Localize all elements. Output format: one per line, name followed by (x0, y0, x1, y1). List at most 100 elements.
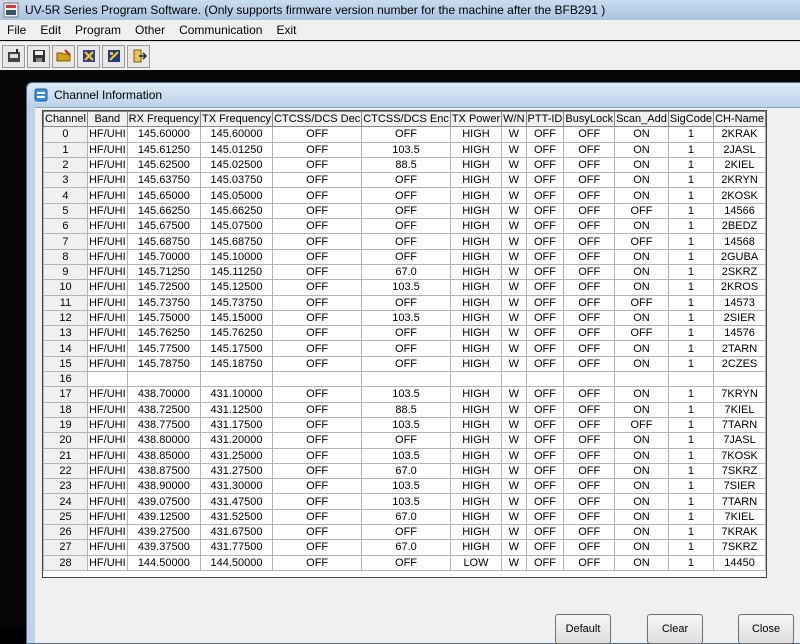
table-cell[interactable]: 103.5 (361, 279, 451, 296)
table-cell[interactable]: W (501, 524, 527, 541)
table-cell[interactable]: 145.76250 (199, 325, 274, 342)
table-cell[interactable]: OFF (563, 554, 616, 571)
table-cell[interactable]: OFF (525, 539, 565, 556)
table-cell[interactable]: 145.07500 (199, 218, 274, 235)
column-header[interactable]: SigCode (667, 111, 715, 128)
table-cell[interactable]: OFF (563, 401, 616, 418)
table-cell[interactable]: 1 (667, 447, 715, 464)
table-cell[interactable]: OFF (563, 355, 616, 373)
channel-number-cell[interactable]: 24 (43, 493, 88, 510)
table-cell[interactable]: 431.17500 (199, 416, 274, 434)
table-cell[interactable]: 1 (667, 355, 715, 373)
table-cell[interactable]: OFF (272, 539, 363, 556)
table-cell[interactable]: 1 (667, 340, 715, 357)
table-cell[interactable]: 1 (667, 325, 715, 342)
table-cell[interactable]: W (501, 202, 527, 220)
table-row[interactable]: 9 HF/UHI 145.71250 145.11250 OFF 67.0 HIGH W OFF… (43, 263, 766, 281)
table-cell[interactable]: OFF (563, 462, 616, 480)
channel-number-cell[interactable]: 7 (43, 233, 88, 250)
table-cell[interactable]: W (501, 325, 527, 342)
table-row[interactable]: 11 HF/UHI 145.73750 145.73750 OFF OFF HIGH W OFF… (43, 294, 766, 311)
table-row[interactable]: 13 HF/UHI 145.76250 145.76250 OFF OFF HIGH W OFF… (43, 325, 766, 342)
table-cell[interactable]: HIGH (449, 126, 503, 143)
table-cell[interactable]: OFF (272, 263, 363, 281)
table-cell[interactable]: W (501, 554, 527, 571)
column-header[interactable]: CTCSS/DCS Enc (361, 111, 451, 128)
table-cell[interactable]: HF/UHI (86, 401, 128, 418)
table-cell[interactable]: OFF (525, 508, 565, 526)
table-cell[interactable]: ON (614, 432, 669, 449)
table-cell[interactable]: 145.05000 (199, 187, 274, 204)
table-cell[interactable]: 431.25000 (199, 447, 274, 464)
table-cell[interactable]: OFF (361, 294, 451, 311)
table-cell[interactable]: OFF (525, 416, 565, 434)
table-cell[interactable]: ON (614, 340, 669, 357)
close-button[interactable]: Close (738, 614, 794, 644)
table-cell[interactable]: W (501, 141, 527, 158)
table-cell[interactable] (272, 371, 363, 388)
table-cell[interactable]: HF/UHI (86, 248, 128, 265)
table-cell[interactable]: 67.0 (361, 462, 451, 480)
column-header[interactable]: Channel (43, 111, 88, 128)
table-cell[interactable]: HIGH (449, 263, 503, 281)
menu-exit[interactable]: Exit (269, 23, 303, 37)
table-cell[interactable]: OFF (272, 524, 363, 541)
table-cell[interactable]: 145.60000 (199, 126, 274, 143)
table-cell[interactable]: 1 (667, 309, 715, 327)
table-cell[interactable]: 439.07500 (126, 493, 201, 510)
table-cell[interactable]: HF/UHI (86, 202, 128, 220)
table-cell[interactable]: OFF (272, 462, 363, 480)
table-cell[interactable]: 7SKRZ (713, 462, 766, 480)
table-cell[interactable]: OFF (563, 340, 616, 357)
table-cell[interactable]: 1 (667, 202, 715, 220)
table-cell[interactable]: HF/UHI (86, 493, 128, 510)
table-cell[interactable]: 438.72500 (126, 401, 201, 418)
table-cell[interactable]: ON (614, 401, 669, 418)
column-header[interactable]: RX Frequency (126, 111, 201, 128)
table-cell[interactable]: OFF (614, 294, 669, 311)
table-cell[interactable]: HF/UHI (86, 478, 128, 495)
table-cell[interactable]: 14450 (713, 554, 766, 571)
column-header[interactable]: TX Power (449, 111, 503, 128)
table-cell[interactable]: OFF (563, 432, 616, 449)
table-cell[interactable]: HIGH (449, 309, 503, 327)
table-cell[interactable]: OFF (563, 141, 616, 158)
table-cell[interactable]: 431.67500 (199, 524, 274, 541)
table-cell[interactable]: HIGH (449, 493, 503, 510)
table-cell[interactable]: 1 (667, 233, 715, 250)
table-cell[interactable]: 431.30000 (199, 478, 274, 495)
table-cell[interactable]: HF/UHI (86, 447, 128, 464)
table-cell[interactable]: HF/UHI (86, 156, 128, 174)
table-cell[interactable]: HF/UHI (86, 325, 128, 342)
table-cell[interactable]: 145.66250 (126, 202, 201, 220)
table-cell[interactable]: HIGH (449, 340, 503, 357)
table-cell[interactable]: OFF (563, 524, 616, 541)
table-cell[interactable]: ON (614, 355, 669, 373)
table-cell[interactable]: HF/UHI (86, 172, 128, 189)
table-cell[interactable]: OFF (272, 156, 363, 174)
table-cell[interactable]: OFF (563, 309, 616, 327)
table-cell[interactable]: 145.68750 (199, 233, 274, 250)
table-row[interactable]: 19 HF/UHI 438.77500 431.17500 OFF 103.5 HIGH W O… (43, 416, 766, 434)
table-cell[interactable]: OFF (563, 279, 616, 296)
table-cell[interactable]: OFF (525, 340, 565, 357)
table-cell[interactable]: 1 (667, 279, 715, 296)
table-cell[interactable]: ON (614, 156, 669, 174)
table-cell[interactable]: 439.12500 (126, 508, 201, 526)
table-row[interactable]: 21 HF/UHI 438.85000 431.25000 OFF 103.5 HIGH W O… (43, 447, 766, 464)
table-cell[interactable]: 145.73750 (199, 294, 274, 311)
table-cell[interactable]: 1 (667, 218, 715, 235)
table-cell[interactable]: 145.02500 (199, 156, 274, 174)
table-cell[interactable]: ON (614, 462, 669, 480)
table-cell[interactable]: 7SIER (713, 478, 766, 495)
table-cell[interactable]: 144.50000 (126, 554, 201, 571)
save-button[interactable] (27, 44, 50, 68)
table-cell[interactable] (667, 371, 715, 388)
table-cell[interactable]: 145.77500 (126, 340, 201, 357)
table-cell[interactable]: 7TARN (713, 416, 766, 434)
table-cell[interactable] (86, 371, 128, 388)
table-cell[interactable]: 1 (667, 478, 715, 495)
table-cell[interactable]: 438.90000 (126, 478, 201, 495)
table-cell[interactable]: 1 (667, 432, 715, 449)
table-cell[interactable]: 145.18750 (199, 355, 274, 373)
